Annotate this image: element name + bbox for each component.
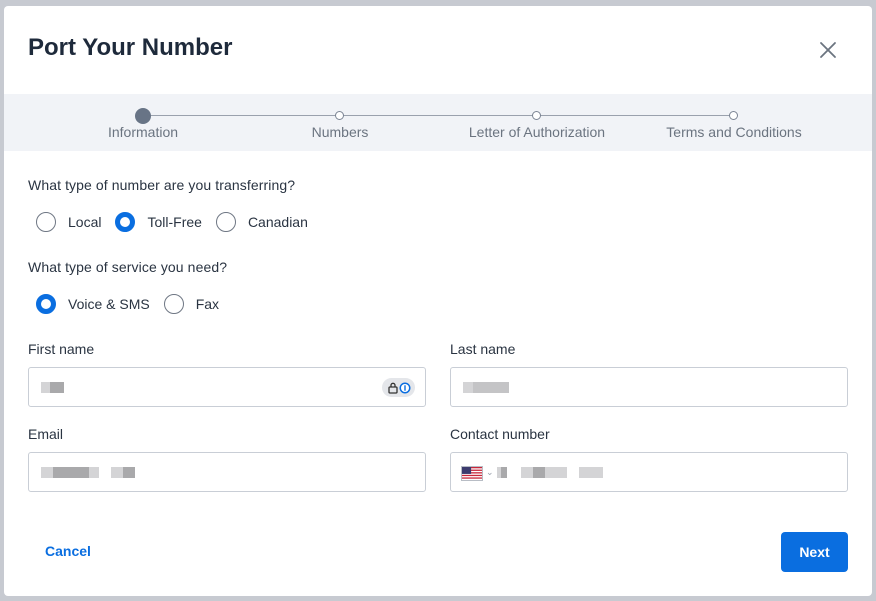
- dialog-title: Port Your Number: [28, 34, 233, 61]
- number-type-radio-group: Local Toll-Free Canadian: [36, 212, 322, 232]
- step-label-letter-of-authorization: Letter of Authorization: [468, 124, 606, 140]
- close-button[interactable]: [816, 38, 840, 62]
- step-label-terms-and-conditions: Terms and Conditions: [666, 124, 802, 140]
- radio-local[interactable]: Local: [36, 212, 101, 232]
- redacted-text: [123, 467, 135, 478]
- radio-canadian-label: Canadian: [247, 214, 308, 230]
- radio-canadian-circle[interactable]: [215, 212, 236, 232]
- email-label: Email: [28, 426, 64, 442]
- email-input[interactable]: [28, 452, 426, 492]
- first-name-input[interactable]: [28, 367, 426, 407]
- lock-icon: [387, 382, 410, 394]
- step-dot-numbers: [335, 111, 344, 120]
- radio-voice-sms-label: Voice & SMS: [68, 296, 150, 312]
- step-dot-terms-and-conditions: [729, 111, 738, 120]
- radio-voice-sms-circle[interactable]: [36, 294, 56, 314]
- redacted-text: [50, 382, 64, 393]
- redacted-text: [521, 467, 533, 478]
- stepper-line: [143, 115, 734, 116]
- last-name-label: Last name: [450, 341, 516, 357]
- port-number-dialog: Port Your Number Information Numbers Let…: [4, 6, 872, 596]
- redacted-text: [111, 467, 123, 478]
- step-dot-information: [135, 107, 151, 124]
- radio-canadian[interactable]: Canadian: [215, 212, 308, 232]
- redacted-text: [579, 467, 603, 478]
- number-type-question: What type of number are you transferring…: [28, 177, 296, 193]
- us-flag-icon[interactable]: [461, 466, 483, 481]
- redacted-text: [501, 467, 507, 478]
- service-type-radio-group: Voice & SMS Fax: [36, 294, 233, 314]
- redacted-text: [41, 467, 53, 478]
- password-manager-icon[interactable]: [382, 378, 415, 397]
- redacted-text: [463, 382, 473, 393]
- service-type-question: What type of service you need?: [28, 259, 228, 275]
- cancel-button[interactable]: Cancel: [45, 543, 91, 559]
- redacted-text: [473, 382, 509, 393]
- last-name-input[interactable]: [450, 367, 848, 407]
- radio-toll-free[interactable]: Toll-Free: [115, 212, 202, 232]
- redacted-text: [41, 382, 50, 393]
- radio-toll-free-label: Toll-Free: [147, 214, 202, 230]
- radio-fax-label: Fax: [195, 296, 220, 312]
- redacted-text: [53, 467, 89, 478]
- next-button[interactable]: Next: [781, 532, 848, 572]
- first-name-label: First name: [28, 341, 95, 357]
- radio-fax-circle[interactable]: [163, 294, 184, 314]
- radio-local-label: Local: [68, 214, 102, 230]
- radio-toll-free-circle[interactable]: [115, 212, 136, 232]
- step-label-numbers: Numbers: [311, 124, 369, 140]
- close-icon: [820, 42, 836, 58]
- progress-stepper: Information Numbers Letter of Authorizat…: [4, 94, 872, 151]
- radio-fax[interactable]: Fax: [163, 294, 220, 314]
- contact-number-input[interactable]: ⌄: [450, 452, 848, 492]
- redacted-text: [545, 467, 567, 478]
- radio-local-circle[interactable]: [36, 212, 56, 232]
- redacted-text: [533, 467, 545, 478]
- chevron-down-icon[interactable]: ⌄: [486, 467, 494, 478]
- step-label-information: Information: [107, 124, 179, 140]
- redacted-text: [89, 467, 99, 478]
- step-dot-letter-of-authorization: [532, 111, 541, 120]
- radio-voice-sms[interactable]: Voice & SMS: [36, 294, 150, 314]
- contact-number-label: Contact number: [450, 426, 550, 442]
